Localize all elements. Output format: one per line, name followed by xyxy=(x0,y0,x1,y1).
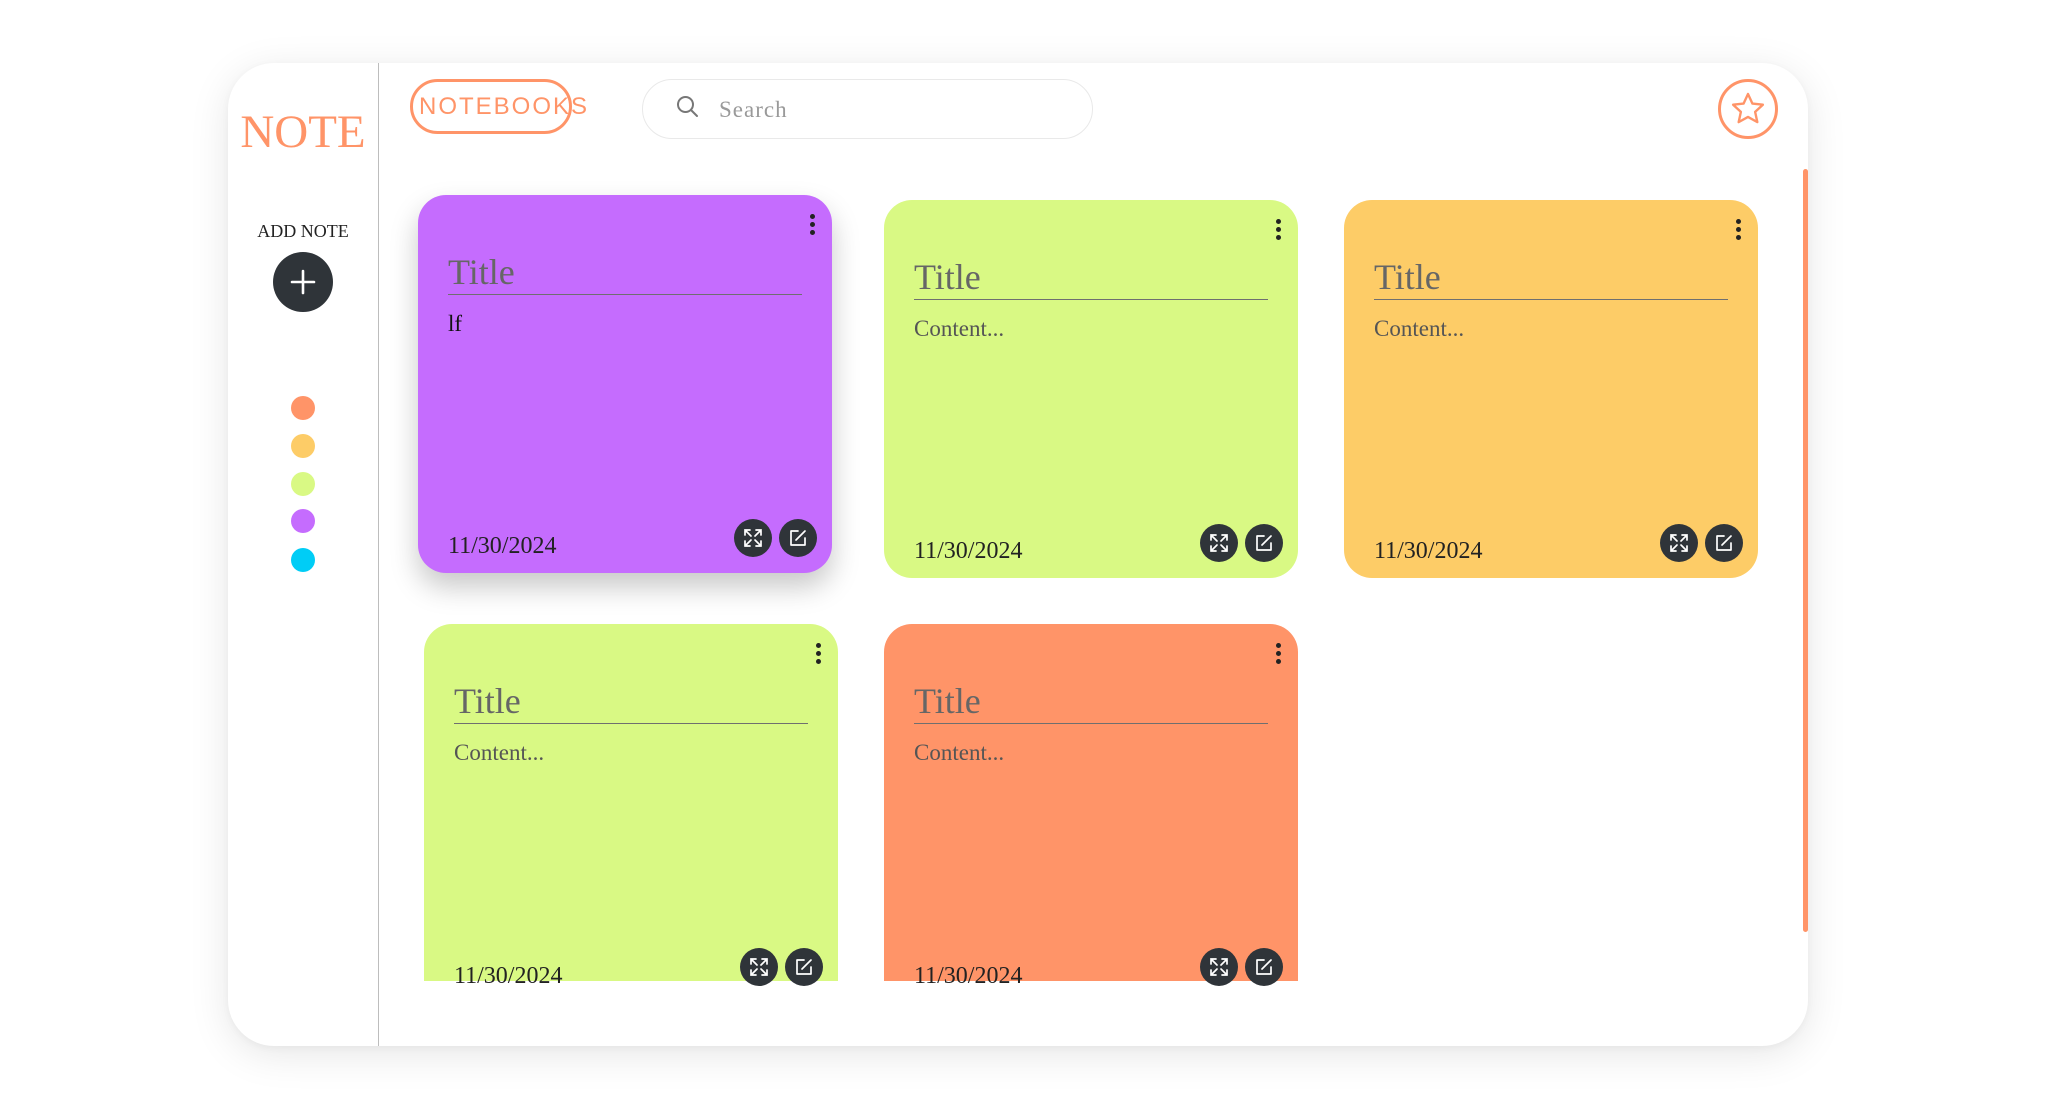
expand-icon xyxy=(1210,534,1228,552)
dot-icon xyxy=(815,642,821,648)
star-icon xyxy=(1731,92,1765,124)
app-logo: NOTE xyxy=(240,106,366,158)
note-card: lf 11/30/2024 xyxy=(418,195,832,573)
note-date: 11/30/2024 xyxy=(454,963,563,989)
color-swatch-cyan[interactable] xyxy=(291,548,315,572)
search-input[interactable] xyxy=(717,92,1061,128)
note-content-input[interactable] xyxy=(914,316,1268,496)
note-menu-button[interactable] xyxy=(1268,214,1288,244)
expand-icon xyxy=(1210,958,1228,976)
note-title-input[interactable] xyxy=(1374,254,1728,300)
edit-icon xyxy=(1256,535,1272,551)
color-swatch-yellow[interactable] xyxy=(291,434,315,458)
edit-icon xyxy=(790,530,806,546)
note-content-input[interactable] xyxy=(914,740,1268,920)
edit-button[interactable] xyxy=(1245,948,1283,986)
dot-icon xyxy=(1275,226,1281,232)
edit-icon xyxy=(1716,535,1732,551)
edit-button[interactable] xyxy=(779,519,817,557)
expand-button[interactable] xyxy=(1200,524,1238,562)
note-title-input[interactable] xyxy=(448,249,802,295)
add-note-button[interactable] xyxy=(273,252,333,312)
note-title-input[interactable] xyxy=(914,254,1268,300)
dot-icon xyxy=(815,650,821,656)
add-note-label: ADD NOTE xyxy=(257,221,349,241)
expand-icon xyxy=(1670,534,1688,552)
scrollbar[interactable] xyxy=(1803,169,1808,932)
favorites-button[interactable] xyxy=(1718,79,1778,139)
note-card: 11/30/2024 xyxy=(884,200,1298,578)
dot-icon xyxy=(1275,650,1281,656)
note-date: 11/30/2024 xyxy=(914,538,1023,564)
color-swatch-orange[interactable] xyxy=(291,396,315,420)
dot-icon xyxy=(809,213,815,219)
note-card: 11/30/2024 xyxy=(1344,200,1758,578)
edit-icon xyxy=(1256,959,1272,975)
edit-button[interactable] xyxy=(785,948,823,986)
color-swatch-lime[interactable] xyxy=(291,472,315,496)
search-icon xyxy=(677,96,698,117)
note-date: 11/30/2024 xyxy=(448,533,557,559)
note-title-input[interactable] xyxy=(454,678,808,724)
note-content-input[interactable]: lf xyxy=(448,311,802,491)
edit-button[interactable] xyxy=(1705,524,1743,562)
dot-icon xyxy=(809,221,815,227)
note-card: 11/30/2024 xyxy=(884,624,1298,989)
expand-icon xyxy=(744,529,762,547)
note-date: 11/30/2024 xyxy=(1374,538,1483,564)
sidebar: NOTE ADD NOTE xyxy=(228,63,379,1046)
edit-icon xyxy=(796,959,812,975)
note-content-input[interactable] xyxy=(454,740,808,920)
dot-icon xyxy=(1735,234,1741,240)
dot-icon xyxy=(1275,218,1281,224)
note-card: 11/30/2024 xyxy=(424,624,838,989)
expand-button[interactable] xyxy=(1200,948,1238,986)
dot-icon xyxy=(1275,658,1281,664)
edit-button[interactable] xyxy=(1245,524,1283,562)
note-menu-button[interactable] xyxy=(1728,214,1748,244)
plus-icon xyxy=(290,269,316,295)
dot-icon xyxy=(809,229,815,235)
expand-button[interactable] xyxy=(1660,524,1698,562)
note-title-input[interactable] xyxy=(914,678,1268,724)
dot-icon xyxy=(1735,218,1741,224)
dot-icon xyxy=(1735,226,1741,232)
note-date: 11/30/2024 xyxy=(914,963,1023,989)
dot-icon xyxy=(815,658,821,664)
notebooks-button[interactable]: NOTEBOOKS xyxy=(410,79,587,134)
expand-icon xyxy=(750,958,768,976)
note-content-input[interactable] xyxy=(1374,316,1728,496)
notes-app: NOTE ADD NOTE NOTEBOOKS lf 11/30/2024 xyxy=(228,63,1808,1046)
dot-icon xyxy=(1275,642,1281,648)
note-menu-button[interactable] xyxy=(802,209,822,239)
dot-icon xyxy=(1275,234,1281,240)
note-menu-button[interactable] xyxy=(1268,638,1288,668)
expand-button[interactable] xyxy=(740,948,778,986)
search-bar xyxy=(642,79,1093,139)
expand-button[interactable] xyxy=(734,519,772,557)
note-menu-button[interactable] xyxy=(808,638,828,668)
color-swatch-purple[interactable] xyxy=(291,509,315,533)
